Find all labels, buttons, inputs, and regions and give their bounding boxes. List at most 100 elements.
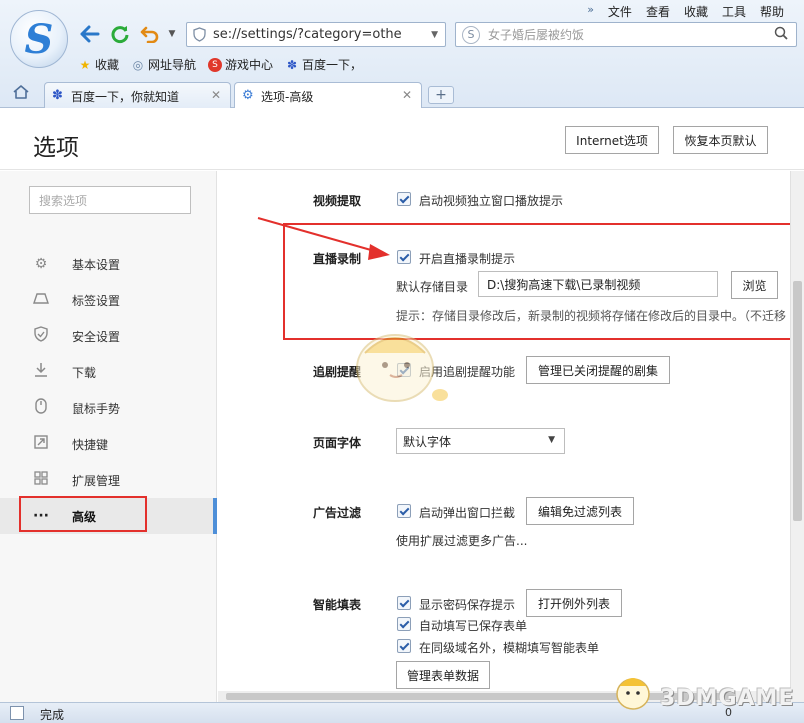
sidebar-item-mouse-gesture[interactable]: 鼠标手势 [0,390,217,426]
tab-label: 选项-高级 [261,90,314,104]
shield-icon [32,326,50,346]
tab-advanced[interactable]: ⚙ 选项-高级 ✕ [234,82,422,110]
sidebar-item-label: 基本设置 [72,257,121,272]
section-label-autofill: 智能填表 [313,598,362,612]
globe-icon: ◎ [132,57,144,72]
search-icon[interactable] [774,26,788,44]
address-bar[interactable]: se://settings/?category=othe ▼ [186,22,446,47]
fuzzy-fill-checkbox[interactable] [397,639,411,653]
sidebar-item-download[interactable]: 下载 [0,354,217,390]
chevron-down-icon[interactable]: ▼ [168,22,176,46]
page-header: 选项 Internet选项 恢复本页默认 [0,108,804,170]
password-prompt-label[interactable]: 显示密码保存提示 [419,596,515,613]
gear-icon: ⚙ [242,88,254,103]
search-engine-icon[interactable]: S [462,25,480,44]
settings-sidebar: 搜索选项 ⚙ 基本设置 标签设置 安全设置 下载 鼠标手势 快捷键 扩展管理 ·… [0,171,217,702]
favorite-label: 百度一下， [302,58,363,72]
sidebar-item-label: 安全设置 [72,329,121,344]
favorite-label: 收藏 [95,58,120,72]
chevron-down-icon: ▼ [548,435,555,445]
section-label-font: 页面字体 [313,436,362,450]
home-icon[interactable] [12,84,30,105]
watermark: 3DMGAME [660,686,795,711]
sidebar-item-shortcuts[interactable]: 快捷键 [0,426,217,462]
manage-drama-button[interactable]: 管理已关闭提醒的剧集 [526,356,670,384]
tab-icon [32,292,50,308]
tab-baidu[interactable]: ✽ 百度一下，你就知道 ✕ [44,82,231,109]
baidu-paw-icon: ✽ [287,57,298,72]
search-box[interactable]: S 女子婚后屡被约饭 [455,22,797,47]
section-label-adfilter: 广告过滤 [313,506,362,520]
active-indicator [213,498,217,534]
video-popup-label[interactable]: 启动视频独立窗口播放提示 [419,192,563,209]
baidu-paw-icon: ✽ [52,88,63,103]
sidebar-item-label: 下载 [72,365,97,380]
autofill-saved-label[interactable]: 自动填写已保存表单 [419,617,527,634]
menu-favorites[interactable]: 收藏 [684,3,708,20]
undo-close-tab-icon[interactable] [138,22,162,46]
watermark-mascot-icon [616,678,650,710]
menu-overflow-icon[interactable]: » [587,3,594,20]
close-icon[interactable]: ✕ [402,88,412,102]
video-popup-checkbox[interactable] [397,192,411,206]
settings-page: 选项 Internet选项 恢复本页默认 搜索选项 ⚙ 基本设置 标签设置 安全… [0,108,804,702]
search-placeholder[interactable]: 女子婚后屡被约饭 [488,26,584,43]
fuzzy-fill-label[interactable]: 在同级域名外，模糊填写智能表单 [419,639,599,656]
settings-content: 视频提取 启动视频独立窗口播放提示 直播录制 开启直播录制提示 默认存储目录 D… [218,171,795,702]
sidebar-item-label: 扩展管理 [72,473,121,488]
sidebar-item-extensions[interactable]: 扩展管理 [0,462,217,498]
adfilter-extension-link[interactable]: 使用扩展过滤更多广告... [396,532,527,549]
browser-chrome: S » 文件 查看 收藏 工具 帮助 ▼ se://settings/?cate… [0,0,804,110]
favorite-label: 游戏中心 [225,58,274,72]
favorite-game-center[interactable]: S 游戏中心 [208,56,273,73]
nav-buttons: ▼ [78,22,176,46]
sidebar-item-label: 快捷键 [72,437,109,452]
sidebar-item-basic[interactable]: ⚙ 基本设置 [0,246,217,282]
favorite-collection[interactable]: ★ 收藏 [78,56,119,73]
back-arrow-icon[interactable] [78,22,102,46]
page-title: 选项 [33,135,79,161]
autofill-saved-checkbox[interactable] [397,617,411,631]
sidebar-item-label: 鼠标手势 [72,401,121,416]
sidebar-item-security[interactable]: 安全设置 [0,318,217,354]
edit-whitelist-button[interactable]: 编辑免过滤列表 [526,497,634,525]
address-text[interactable]: se://settings/?category=othe [213,27,424,42]
menu-view[interactable]: 查看 [646,3,670,20]
open-exceptions-button[interactable]: 打开例外列表 [526,589,622,617]
font-select-value: 默认字体 [403,434,452,449]
star-icon: ★ [79,57,91,72]
popup-block-label[interactable]: 启动弹出窗口拦截 [419,504,515,521]
sidebar-item-tabs[interactable]: 标签设置 [0,282,217,318]
internet-options-button[interactable]: Internet选项 [565,126,659,154]
shortcut-icon [32,435,50,453]
tab-strip: ✽ 百度一下，你就知道 ✕ ⚙ 选项-高级 ✕ + [0,80,804,110]
vertical-scrollbar[interactable] [790,171,804,702]
scrollbar-thumb[interactable] [793,281,802,521]
font-select[interactable]: 默认字体 ▼ [396,428,565,454]
refresh-icon[interactable] [108,22,132,46]
sidebar-search-input[interactable]: 搜索选项 [29,186,191,214]
address-dropdown-icon[interactable]: ▼ [431,30,438,40]
restore-defaults-button[interactable]: 恢复本页默认 [673,126,768,154]
extensions-icon [32,471,50,489]
download-icon [32,362,50,382]
favorite-baidu[interactable]: ✽ 百度一下， [285,56,362,73]
section-label-video: 视频提取 [313,194,362,208]
new-tab-button[interactable]: + [428,86,454,104]
manage-form-data-button[interactable]: 管理表单数据 [396,661,490,689]
status-text: 完成 [40,708,65,722]
menu-help[interactable]: 帮助 [760,3,784,20]
sogou-logo[interactable]: S [10,10,68,68]
menu-file[interactable]: 文件 [608,3,632,20]
menu-tools[interactable]: 工具 [722,3,746,20]
favorite-url-nav[interactable]: ◎ 网址导航 [131,56,196,73]
tab-label: 百度一下，你就知道 [71,90,180,104]
favorites-bar: ★ 收藏 ◎ 网址导航 S 游戏中心 ✽ 百度一下， [78,56,362,73]
password-prompt-checkbox[interactable] [397,596,411,610]
menu-bar: » 文件 查看 收藏 工具 帮助 [587,3,784,20]
page-icon [10,706,24,720]
popup-block-checkbox[interactable] [397,504,411,518]
gear-icon: ⚙ [34,256,48,272]
game-icon: S [208,57,223,72]
close-icon[interactable]: ✕ [211,88,221,102]
